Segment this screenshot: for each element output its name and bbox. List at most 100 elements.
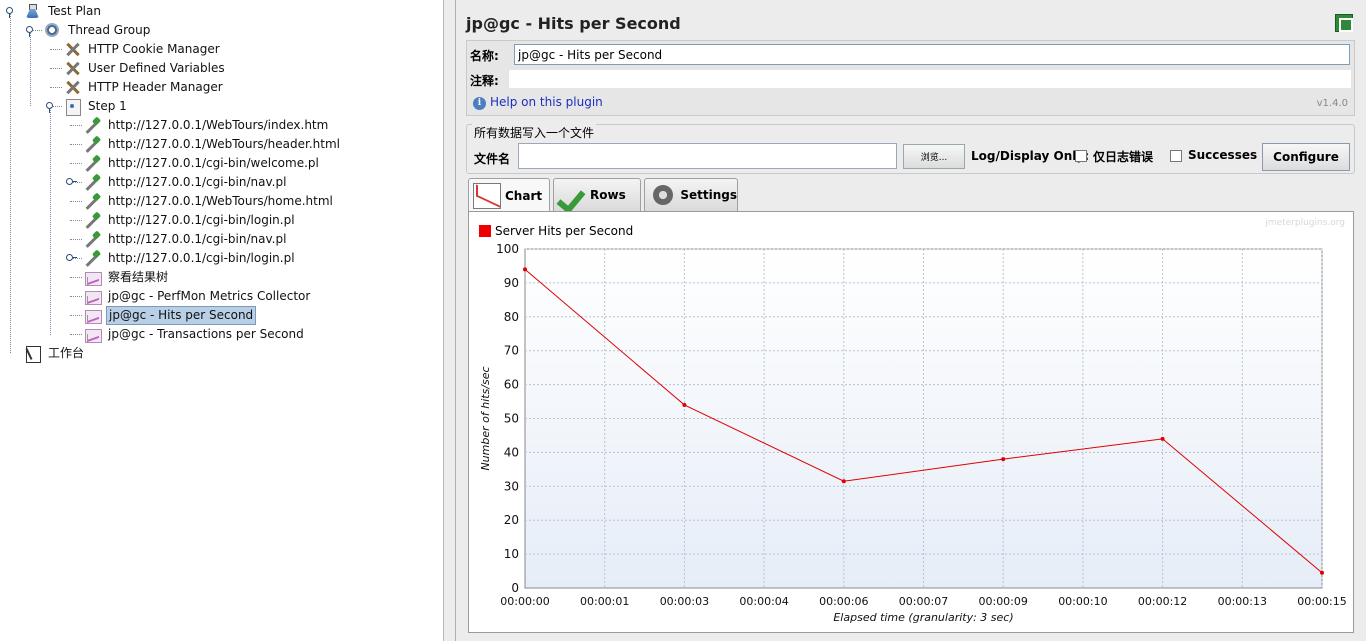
tree-guide-line [70,239,82,240]
name-field[interactable] [514,44,1350,65]
legend-swatch [479,225,491,237]
pipette-icon [84,117,102,134]
name-label: 名称: [470,49,499,63]
info-icon: i [473,97,486,110]
tree-item-label: jp@gc - Hits per Second [106,306,257,325]
tree-guide-line [50,49,62,50]
x-tick-label: 00:00:13 [1218,595,1267,608]
tree-item[interactable]: http://127.0.0.1/WebTours/home.html [84,192,335,211]
x-tick-label: 00:00:03 [660,595,709,608]
tree-item-label: 察看结果树 [108,270,169,284]
tree-expand-icon[interactable] [65,177,77,186]
test-plan-tree: Test Plan Thread Group HTTP Cookie Manager… [0,0,444,641]
tree-item-label: http://127.0.0.1/cgi-bin/welcome.pl [108,156,319,170]
data-point [841,479,846,484]
tree-guide-line [10,11,11,353]
tree-item-label: http://127.0.0.1/WebTours/header.html [108,137,341,151]
tree-guide-line [70,144,82,145]
tree-guide-line [70,277,82,278]
tree-item[interactable]: http://127.0.0.1/cgi-bin/login.pl [84,211,297,230]
wrench-icon [64,79,82,96]
tree-item[interactable]: http://127.0.0.1/cgi-bin/nav.pl [84,173,288,192]
errors-checkbox[interactable] [1075,150,1087,162]
data-point [523,267,527,272]
successes-checkbox-label: Successes [1188,148,1258,162]
configure-button[interactable]: Configure [1262,143,1350,171]
file-section-title: 所有数据写入一个文件 [472,124,597,141]
y-tick-label: 20 [504,513,519,527]
tree-item[interactable]: 察看结果树 [84,268,170,287]
listener-icon [84,288,102,305]
chart-area: 0 10 20 30 40 50 60 70 80 90 100 00:00:00 00:00:01 00… [468,211,1354,633]
maximize-icon[interactable] [1335,14,1353,32]
tree-item[interactable]: Thread Group [44,21,152,40]
tree-item-label: Step 1 [88,99,127,113]
pipette-icon [84,231,102,248]
tree-collapse-icon[interactable] [5,6,14,18]
tree-item[interactable]: HTTP Header Manager [64,78,225,97]
tree-item[interactable]: User Defined Variables [64,59,227,78]
tree-item-label: HTTP Cookie Manager [88,42,220,56]
chart-icon [473,182,501,209]
tree-item[interactable]: http://127.0.0.1/cgi-bin/login.pl [84,249,297,268]
tree-item-label: jp@gc - Transactions per Second [108,327,304,341]
step-icon [64,98,82,116]
tree-guide-line [70,125,82,126]
tree-guide-line [50,87,62,88]
y-tick-label: 80 [504,310,519,324]
tree-item-label: User Defined Variables [88,61,225,75]
tree-item[interactable]: Test Plan [24,2,103,21]
tree-item-label: http://127.0.0.1/cgi-bin/nav.pl [108,232,287,246]
pipette-icon [84,174,102,191]
tree-expand-icon[interactable] [65,253,77,262]
file-name-input[interactable] [518,143,897,169]
help-link[interactable]: Help on this plugin [490,95,603,109]
tab-rows-label: Rows [590,188,626,202]
tree-item[interactable]: http://127.0.0.1/cgi-bin/nav.pl [84,230,288,249]
tree-item[interactable]: http://127.0.0.1/cgi-bin/welcome.pl [84,154,321,173]
successes-checkbox[interactable] [1170,150,1182,162]
tree-guide-line [50,106,51,335]
tab-settings[interactable]: Settings [644,178,738,211]
errors-checkbox-label: 仅日志错误 [1093,150,1154,164]
comment-field[interactable] [509,70,1351,88]
tree-item-label: 工作台 [48,346,85,360]
checkmark-icon [558,182,586,208]
tree-item-label: jp@gc - PerfMon Metrics Collector [108,289,311,303]
tree-item[interactable]: jp@gc - Hits per Second [84,306,257,325]
tree-item-label: http://127.0.0.1/cgi-bin/login.pl [108,213,295,227]
x-tick-label: 00:00:09 [978,595,1027,608]
plugin-panel: jp@gc - Hits per Second 名称: 注释: i Help o… [455,0,1366,641]
tree-item-label: http://127.0.0.1/cgi-bin/nav.pl [108,175,287,189]
x-tick-label: 00:00:04 [739,595,788,608]
x-tick-label: 00:00:07 [899,595,948,608]
tree-item[interactable]: 工作台 [24,344,86,363]
browse-button[interactable]: 浏览... [903,144,965,169]
log-display-label: Log/Display Only: [971,149,1089,163]
tree-guide-line [70,163,82,164]
tree-item[interactable]: jp@gc - PerfMon Metrics Collector [84,287,312,306]
tree-collapse-icon[interactable] [45,101,54,113]
data-point [1160,436,1165,441]
pipette-icon [84,212,102,229]
tree-item[interactable]: http://127.0.0.1/WebTours/index.htm [84,116,330,135]
tree-item[interactable]: http://127.0.0.1/WebTours/header.html [84,135,342,154]
x-tick-label: 00:00:12 [1138,595,1187,608]
tab-settings-label: Settings [680,188,737,202]
listener-icon [84,326,102,343]
tree-item[interactable]: Step 1 [64,97,129,116]
file-name-label: 文件名 [474,152,511,166]
page-title: jp@gc - Hits per Second [466,14,681,33]
tree-item[interactable]: jp@gc - Transactions per Second [84,325,306,344]
tree-item-label: Test Plan [48,4,101,18]
pipette-icon [84,136,102,153]
x-tick-label: 00:00:15 [1297,595,1346,608]
y-axis-label: Number of hits/sec [479,366,492,470]
tab-chart[interactable]: Chart [468,178,550,212]
tab-rows[interactable]: Rows [553,178,641,211]
y-tick-label: 60 [504,378,519,392]
tree-guide-line [70,201,82,202]
tree-collapse-icon[interactable] [25,25,34,37]
gear-icon [649,182,676,208]
tree-item[interactable]: HTTP Cookie Manager [64,40,222,59]
